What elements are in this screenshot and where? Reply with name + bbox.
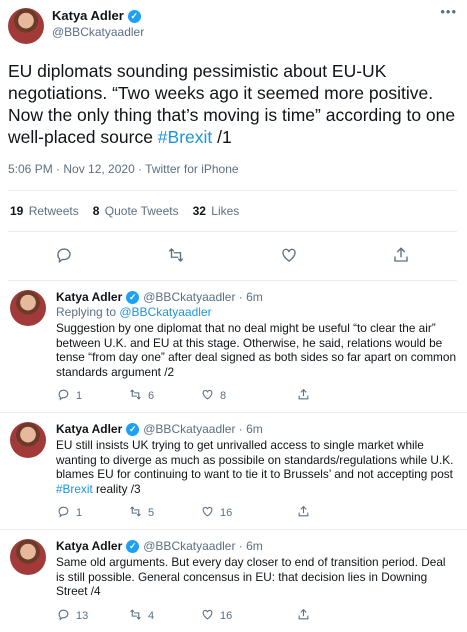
avatar[interactable] [8,8,44,44]
retweet-icon[interactable] [166,246,186,268]
tweet-text: Same old arguments. But every day closer… [56,555,457,599]
retweet-icon [128,505,142,521]
tweet-actions [8,232,457,281]
like-count: 16 [220,507,233,519]
quote-tweets-stat[interactable]: 8 Quote Tweets [93,204,179,218]
author-name[interactable]: Katya Adler [52,8,124,24]
main-tweet: Katya Adler ✓ @BBCkatyaadler ••• EU dipl… [0,0,467,281]
quote-tweets-label: Quote Tweets [104,204,179,218]
like-count: 16 [220,609,233,622]
replying-to-link[interactable]: @BBCkatyaadler [119,305,211,319]
likes-stat[interactable]: 32 Likes [193,204,240,218]
tweet-text-suffix: reality /3 [92,481,141,496]
reply-action[interactable]: 1 [56,388,128,404]
tweet-text: Suggestion by one diplomat that no deal … [56,321,457,379]
avatar[interactable] [10,539,46,575]
reply-icon[interactable] [54,246,74,268]
share-icon[interactable] [391,246,411,268]
heart-icon [200,388,214,404]
verified-icon: ✓ [126,291,140,304]
tweet-meta[interactable]: 5:06 PM · Nov 12, 2020 · Twitter for iPh… [8,162,457,191]
author-name[interactable]: Katya Adler [56,539,122,554]
retweet-action[interactable]: 4 [128,608,200,624]
like-action[interactable]: 8 [200,388,272,404]
retweet-action[interactable]: 6 [128,388,200,404]
share-action[interactable] [296,388,316,404]
verified-icon: ✓ [126,540,140,553]
retweets-count: 19 [10,204,24,218]
reply-tweet[interactable]: Katya Adler ✓ @BBCkatyaadler · 6m Same o… [0,530,467,632]
author-name[interactable]: Katya Adler [56,290,122,305]
retweet-count: 5 [148,507,155,519]
retweet-count: 4 [148,609,155,622]
tweet-text: EU still insists UK trying to get unriva… [56,438,457,496]
reply-count: 1 [76,507,83,519]
reply-count: 13 [76,609,89,622]
avatar[interactable] [10,422,46,458]
reply-tweet[interactable]: Katya Adler ✓ @BBCkatyaadler · 6m EU sti… [0,413,467,530]
reply-action[interactable]: 1 [56,505,128,521]
like-action[interactable]: 16 [200,608,272,624]
share-action[interactable] [296,608,316,624]
retweets-label: Retweets [28,204,79,218]
tweet-text-body: Suggestion by one diplomat that no deal … [56,321,456,379]
tweet-text: EU diplomats sounding pessimistic about … [8,60,457,148]
retweet-icon [128,608,142,624]
replying-to-label: Replying to [56,305,120,319]
share-icon [296,608,310,624]
tweet-text-suffix: /1 [212,127,232,147]
reply-icon [56,505,70,521]
share-action[interactable] [296,505,316,521]
verified-icon: ✓ [126,423,140,436]
quote-tweets-count: 8 [92,204,100,218]
reply-count: 1 [76,390,83,402]
replying-to: Replying to @BBCkatyaadler [56,305,457,320]
likes-label: Likes [211,204,240,218]
share-icon [296,388,310,404]
tweet-text-body: Same old arguments. But every day closer… [56,555,446,598]
tweet-actions: 1 6 8 [56,388,457,404]
reply-icon [56,608,70,624]
tweet-header: Katya Adler ✓ @BBCkatyaadler ••• [8,4,457,46]
verified-icon: ✓ [127,9,141,23]
hashtag-link[interactable]: #Brexit [56,482,93,496]
tweet-text-body: EU still insists UK trying to get unriva… [56,438,454,481]
author-handle[interactable]: @BBCkatyaadler · 6m [143,422,263,437]
heart-icon [200,505,214,521]
like-count: 8 [220,390,227,402]
reply-action[interactable]: 13 [56,608,128,624]
author-handle[interactable]: @BBCkatyaadler · 6m [143,539,263,554]
heart-icon [200,608,214,624]
likes-count: 32 [192,204,206,218]
heart-icon[interactable] [279,246,299,268]
more-icon[interactable]: ••• [440,4,457,19]
share-icon [296,505,310,521]
author-handle[interactable]: @BBCkatyaadler · 6m [143,290,263,305]
like-action[interactable]: 16 [200,505,272,521]
retweet-action[interactable]: 5 [128,505,200,521]
author-handle[interactable]: @BBCkatyaadler [52,24,144,40]
author-block: Katya Adler ✓ @BBCkatyaadler [52,8,144,40]
tweet-stats: 19 Retweets 8 Quote Tweets 32 Likes [8,191,457,232]
tweet-actions: 13 4 16 [56,608,457,624]
retweet-icon [128,388,142,404]
reply-tweet[interactable]: Katya Adler ✓ @BBCkatyaadler · 6m Replyi… [0,281,467,413]
author-name[interactable]: Katya Adler [56,422,122,437]
reply-icon [56,388,70,404]
retweet-count: 6 [148,390,155,402]
hashtag-link[interactable]: #Brexit [158,127,212,147]
retweets-stat[interactable]: 19 Retweets [10,204,79,218]
avatar[interactable] [10,290,46,326]
tweet-actions: 1 5 16 [56,505,457,521]
